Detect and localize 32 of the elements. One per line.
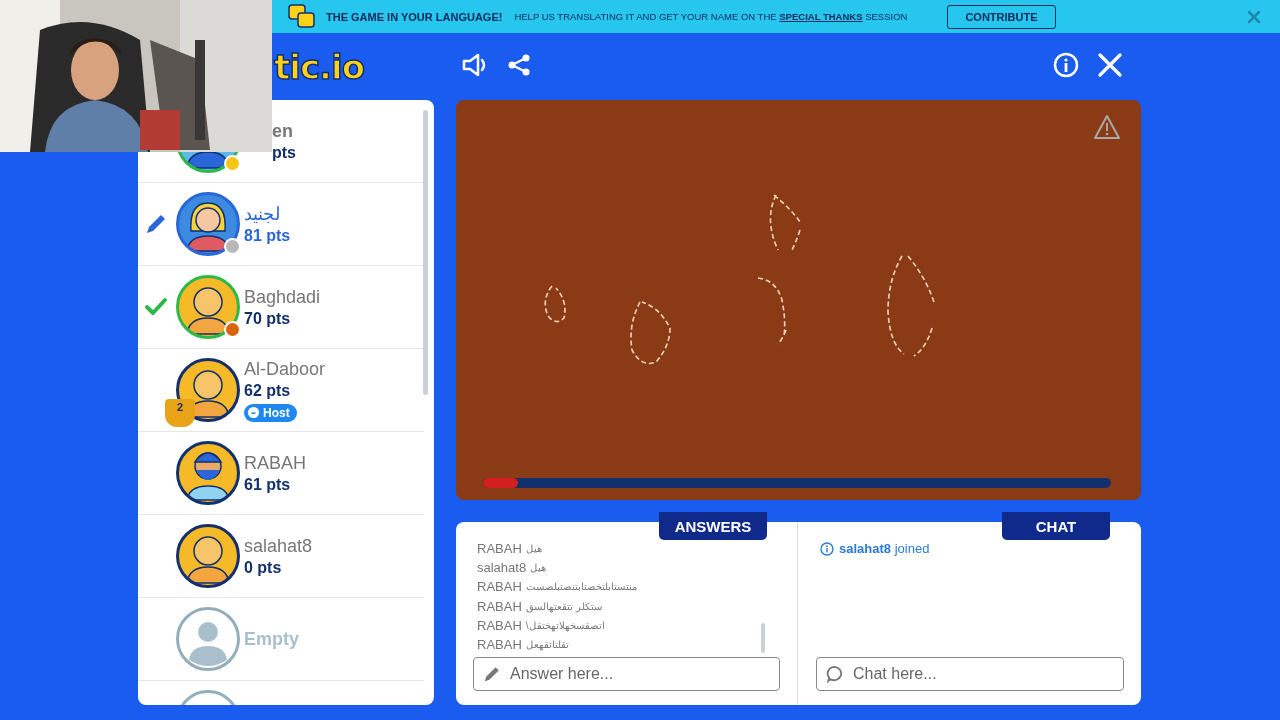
special-thanks-link[interactable]: SPECIAL THANKS	[779, 11, 863, 22]
contribute-button[interactable]: CONTRIBUTE	[947, 4, 1056, 29]
player-name: salahat8	[244, 535, 313, 557]
player-name: Baghdadi	[244, 286, 321, 308]
logo: tic.io	[274, 46, 364, 87]
answers-tab[interactable]: ANSWERS	[659, 512, 767, 540]
player-name: لجنيد	[244, 203, 281, 225]
scrollbar[interactable]	[761, 623, 765, 653]
player-name: Empty	[244, 628, 299, 650]
scrollbar[interactable]	[423, 110, 428, 395]
host-badge: Host	[244, 403, 297, 422]
info-icon	[820, 541, 834, 556]
speech-bubble-icon	[826, 665, 844, 683]
player-points: 62 pts	[244, 381, 292, 400]
translate-icon	[288, 3, 316, 30]
player-points: 81 pts	[244, 227, 291, 245]
player-name: Al-Daboor	[244, 358, 326, 380]
player-name: en	[272, 120, 294, 142]
player-points: 0 pts	[244, 558, 283, 577]
player-name: RABAH	[244, 452, 306, 474]
player-points: 70 pts	[244, 309, 292, 328]
player-points: pts	[272, 143, 296, 162]
player-points: 61 pts	[244, 475, 292, 494]
warning-icon[interactable]	[1093, 114, 1121, 140]
chat-tab[interactable]: CHAT	[1002, 512, 1110, 540]
chat-message: salahat8 joined	[839, 541, 930, 556]
answer-field[interactable]: Answer here...	[473, 657, 780, 691]
pencil-icon	[483, 665, 501, 683]
banner-headline: THE GAME IN YOUR LANGUAGE!	[326, 10, 503, 23]
banner-message: HELP US TRANSLATING IT AND GET YOUR NAME ON THE SPECIAL THANKS SESSION	[514, 11, 908, 22]
trophy-icon: 2	[165, 399, 195, 427]
chat-field[interactable]: Chat here...	[816, 657, 1124, 691]
